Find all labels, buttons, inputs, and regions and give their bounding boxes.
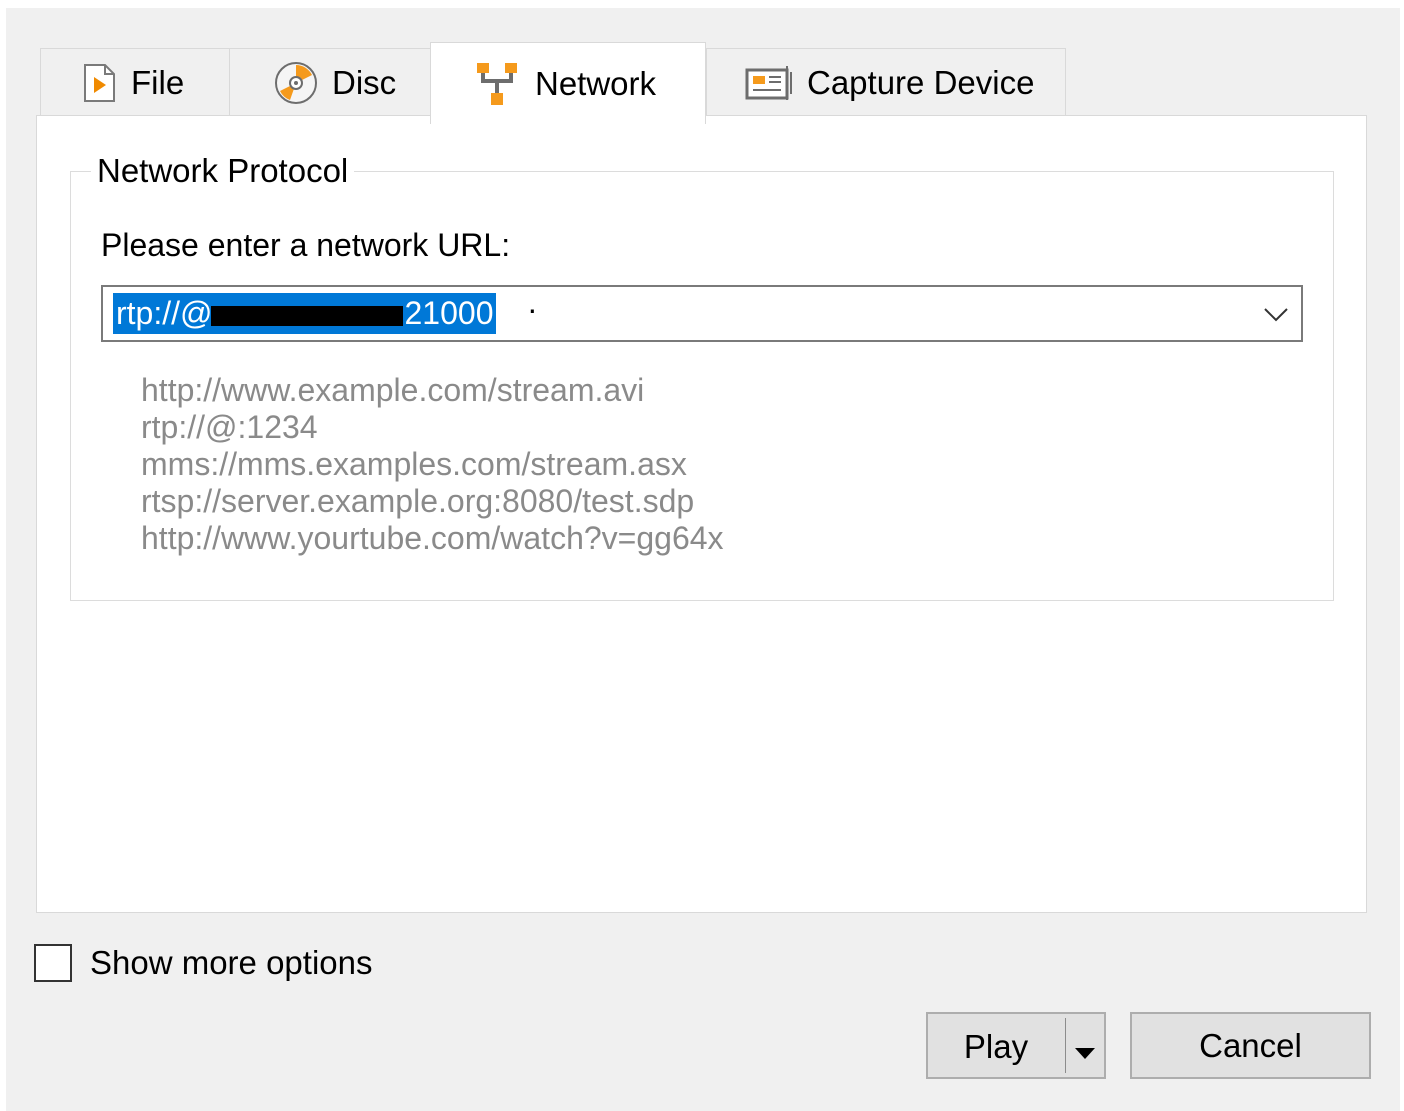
group-title: Network Protocol (91, 150, 355, 192)
url-examples-list: http://www.example.com/stream.avi rtp://… (141, 372, 724, 557)
chevron-down-icon[interactable] (1261, 301, 1291, 327)
file-icon (81, 63, 117, 103)
tab-disc-label: Disc (332, 63, 397, 101)
url-text-start: rtp://@ (116, 295, 213, 331)
capture-device-icon (745, 64, 793, 102)
tab-network-label: Network (535, 64, 657, 102)
play-button[interactable]: Play (926, 1012, 1106, 1079)
play-button-divider (1065, 1018, 1066, 1073)
redacted-region (210, 305, 403, 326)
network-tab-panel: Network Protocol Please enter a network … (36, 115, 1367, 913)
show-more-options-label[interactable]: Show more options (90, 944, 372, 982)
show-more-options-checkbox[interactable] (34, 944, 72, 982)
example-url: rtsp://server.example.org:8080/test.sdp (141, 483, 695, 519)
tab-disc[interactable]: Disc (229, 48, 431, 116)
example-url: rtp://@:1234 (141, 409, 318, 445)
cancel-button[interactable]: Cancel (1130, 1012, 1371, 1079)
example-url: http://www.example.com/stream.avi (141, 372, 645, 408)
example-url: http://www.yourtube.com/watch?v=gg64x (141, 520, 724, 556)
text-cursor: · (527, 291, 538, 327)
play-button-label[interactable]: Play (928, 1028, 1064, 1066)
network-icon (475, 61, 521, 107)
url-prompt-label: Please enter a network URL: (101, 227, 511, 263)
network-url-combobox[interactable]: rtp://@ 21000 · (101, 285, 1303, 342)
play-dropdown-arrow-icon[interactable] (1070, 1034, 1100, 1059)
tab-file-label: File (131, 63, 185, 101)
tab-network[interactable]: Network (430, 42, 706, 124)
network-protocol-group: Network Protocol Please enter a network … (70, 150, 1334, 601)
example-url: mms://mms.examples.com/stream.asx (141, 446, 687, 482)
tab-capture-device[interactable]: Capture Device (706, 48, 1066, 116)
disc-icon (274, 61, 318, 105)
tab-capture-device-label: Capture Device (807, 63, 1035, 101)
show-more-options-row[interactable]: Show more options (34, 944, 372, 982)
url-text-end: 21000 (404, 295, 494, 331)
open-media-dialog: File Disc Network Capture Device Network… (6, 8, 1400, 1111)
url-selected-text: rtp://@ 21000 (113, 293, 497, 334)
tab-file[interactable]: File (40, 48, 230, 116)
